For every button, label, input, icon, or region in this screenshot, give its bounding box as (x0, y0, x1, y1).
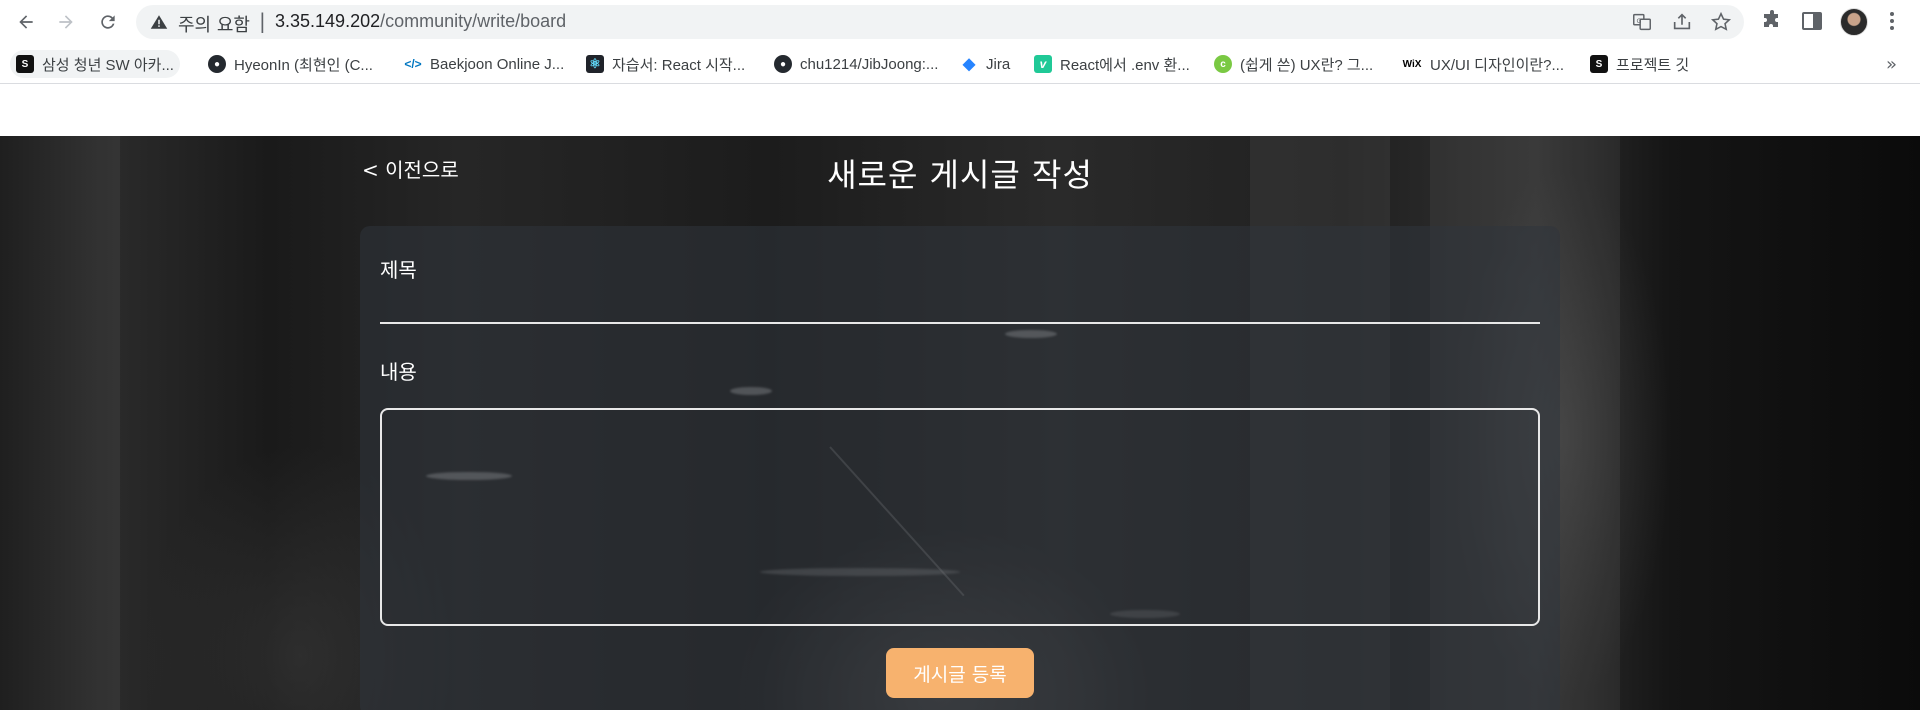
github-icon: ● (208, 55, 226, 73)
ssafy-favicon: S (1590, 55, 1608, 73)
bookmarks-overflow-icon[interactable]: » (1886, 54, 1897, 75)
bookmark-star-icon[interactable] (1710, 11, 1732, 33)
bookmark-label: chu1214/JibJoong:... (800, 55, 939, 73)
bookmark-label: 프로젝트 깃 (1616, 56, 1690, 74)
title-label: 제목 (380, 258, 417, 282)
bookmark-item[interactable]: ● HyeonIn (최현인 (C... (208, 50, 373, 78)
bookmark-item[interactable]: WiX UX/UI 디자인이란?... (1402, 50, 1564, 78)
security-status[interactable]: 주의 요함 (178, 11, 250, 37)
bookmark-item[interactable]: ◆ Jira (960, 50, 1010, 78)
translate-icon[interactable]: G (1631, 11, 1653, 33)
back-arrow-icon[interactable] (12, 8, 40, 36)
submit-post-button[interactable]: 게시글 등록 (886, 648, 1034, 698)
url-host: 3.35.149.202 (275, 11, 381, 31)
bookmark-item[interactable]: S 삼성 청년 SW 아카... (10, 50, 180, 78)
bookmark-item[interactable]: c (쉽게 쓴) UX란? 그... (1214, 50, 1373, 78)
green-circle-icon: c (1214, 55, 1232, 73)
page-title: 새로운 게시글 작성 (827, 156, 1093, 194)
bookmark-item[interactable]: S 프로젝트 깃 (1590, 50, 1689, 78)
jira-icon: ◆ (962, 56, 976, 73)
side-panel-icon[interactable] (1800, 9, 1824, 33)
bookmarks-bar: S 삼성 청년 SW 아카... ● HyeonIn (최현인 (C... </… (0, 44, 1920, 84)
bookmark-item[interactable]: v React에서 .env 환... (1034, 50, 1190, 78)
bookmark-label: 삼성 청년 SW 아카... (42, 56, 174, 74)
url-path: /community/write/board (380, 11, 567, 31)
warning-triangle-icon[interactable] (150, 13, 168, 31)
code-brackets-icon: </> (404, 57, 422, 71)
bookmark-label: UX/UI 디자인이란?... (1430, 56, 1565, 74)
reload-icon[interactable] (94, 8, 122, 36)
bookmark-label: Baekjoon Online J... (430, 55, 565, 73)
page-header-area (0, 85, 1920, 136)
url-text[interactable]: 3.35.149.202/community/write/board (275, 11, 566, 32)
react-icon: ⚛ (586, 55, 604, 73)
wix-icon: WiX (1402, 58, 1422, 70)
bookmark-label: Jira (986, 55, 1011, 73)
bookmark-item[interactable]: ⚛ 자습서: React 시작... (586, 50, 745, 78)
hero-section: < 이전으로 새로운 게시글 작성 제목 내용 게시글 등록 (0, 136, 1920, 710)
share-icon[interactable] (1671, 11, 1693, 33)
address-bar[interactable]: 주의 요함 | 3.35.149.202/community/write/boa… (136, 5, 1744, 39)
omnibox-separator: | (259, 9, 266, 33)
extensions-puzzle-icon[interactable] (1760, 9, 1784, 33)
content-textarea[interactable] (380, 408, 1540, 626)
bookmark-item[interactable]: ● chu1214/JibJoong:... (774, 50, 938, 78)
forward-arrow-icon[interactable] (52, 8, 80, 36)
post-form: 제목 내용 게시글 등록 (360, 226, 1560, 710)
background-decoration (0, 136, 120, 710)
profile-avatar[interactable] (1840, 8, 1868, 36)
content-label: 내용 (380, 360, 417, 384)
browser-toolbar: 주의 요함 | 3.35.149.202/community/write/boa… (0, 0, 1920, 44)
title-input[interactable] (380, 286, 1540, 324)
velog-icon: v (1034, 55, 1052, 73)
github-icon: ● (774, 55, 792, 73)
kebab-menu-icon[interactable] (1880, 9, 1904, 33)
bookmark-label: React에서 .env 환... (1060, 56, 1190, 74)
svg-text:G: G (1637, 17, 1642, 25)
bookmark-label: 자습서: React 시작... (612, 56, 746, 74)
ssafy-favicon: S (16, 55, 34, 73)
bookmark-label: (쉽게 쓴) UX란? 그... (1240, 56, 1374, 74)
bookmark-item[interactable]: </> Baekjoon Online J... (404, 50, 564, 78)
bookmark-label: HyeonIn (최현인 (C... (234, 56, 373, 74)
